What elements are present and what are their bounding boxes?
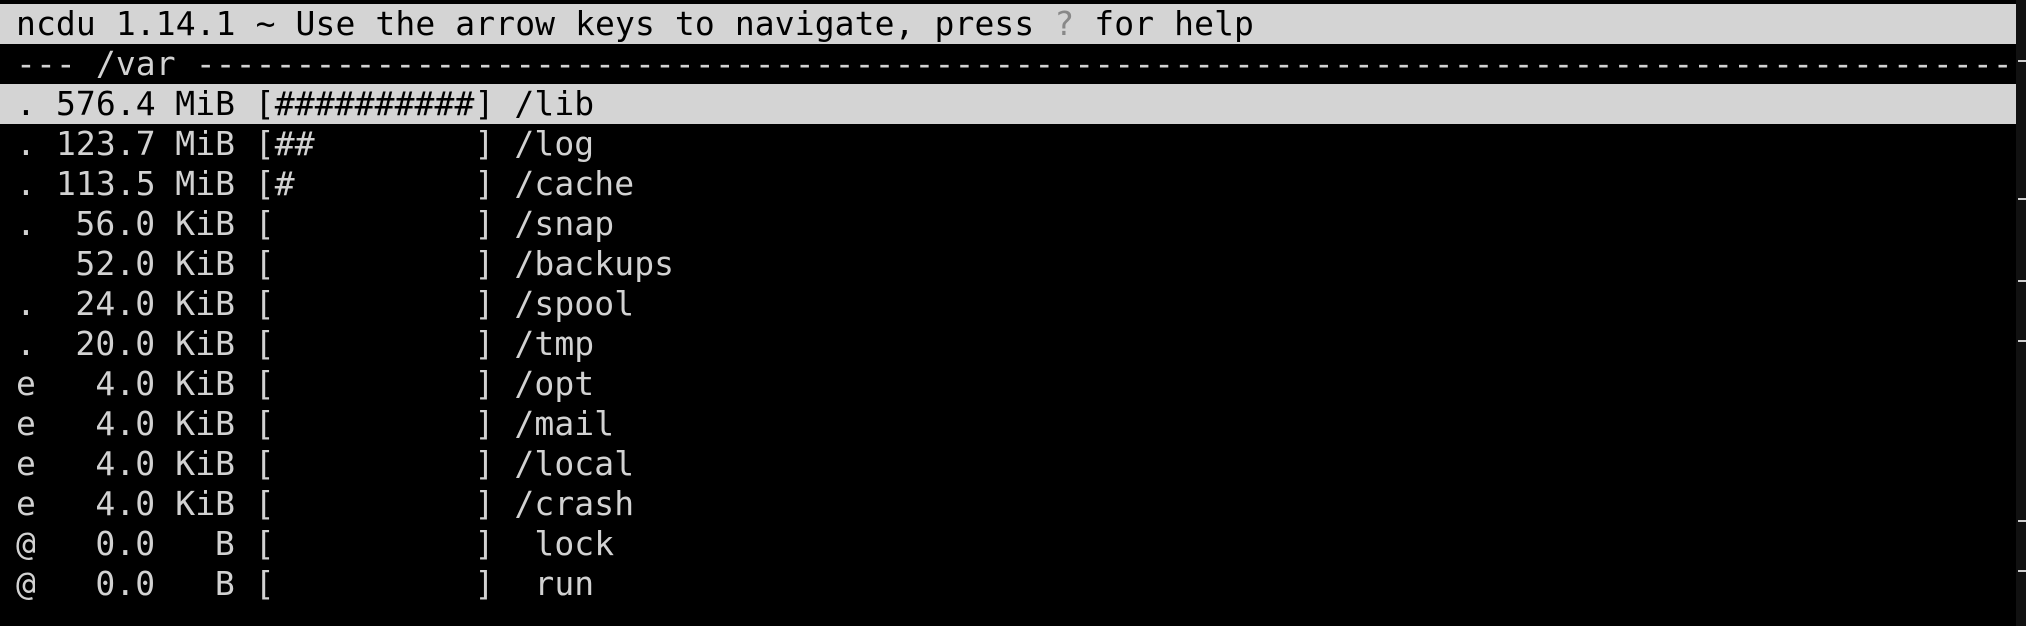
item-size: 0.0 [95, 524, 156, 563]
item-unit: KiB [175, 484, 236, 523]
list-item[interactable]: e 4.0 KiB [ ] /crash [0, 484, 2016, 524]
item-unit: KiB [175, 284, 236, 323]
item-usage-bar [275, 404, 475, 443]
item-usage-bar: ## [274, 124, 475, 163]
item-name: /backups [514, 244, 675, 283]
item-name: /log [514, 124, 595, 163]
strip-tick [2018, 520, 2026, 522]
item-unit: B [214, 524, 235, 563]
item-flag: . [16, 84, 36, 123]
item-flag: e [16, 444, 36, 483]
item-name: /snap [514, 204, 615, 243]
strip-tick [2018, 198, 2026, 200]
item-size: 123.7 [55, 124, 156, 163]
item-name: /tmp [514, 324, 595, 363]
item-size: 4.0 [95, 484, 156, 523]
item-flag: e [16, 484, 36, 523]
list-item[interactable]: e 4.0 KiB [ ] /opt [0, 364, 2016, 404]
strip-tick [2018, 60, 2026, 62]
list-item[interactable]: . 113.5 MiB [# ] /cache [0, 164, 2016, 204]
item-usage-bar [275, 284, 475, 323]
item-flag: . [16, 324, 36, 363]
item-size: 576.4 [55, 84, 156, 123]
current-path-bar: --- /var -------------------------------… [0, 44, 2016, 84]
item-flag: . [16, 164, 36, 203]
item-usage-bar [275, 324, 475, 363]
list-item[interactable]: e 4.0 KiB [ ] /local [0, 444, 2016, 484]
list-item[interactable]: e 4.0 KiB [ ] /mail [0, 404, 2016, 444]
item-name: /lib [514, 84, 595, 123]
item-usage-bar: ########## [274, 84, 475, 123]
item-usage-bar [275, 524, 475, 563]
strip-tick [2018, 570, 2026, 572]
help-key: ? [1054, 4, 1075, 43]
item-usage-bar [275, 244, 475, 283]
item-size: 113.5 [55, 164, 156, 203]
item-size: 52.0 [75, 244, 156, 283]
title-suffix: for help [1074, 4, 1255, 43]
item-unit: KiB [175, 324, 236, 363]
strip-tick [2018, 340, 2026, 342]
item-name: /crash [514, 484, 635, 523]
item-size: 0.0 [95, 564, 156, 603]
item-size: 4.0 [95, 404, 156, 443]
title-text: ncdu 1.14.1 ~ Use the arrow keys to navi… [16, 4, 1055, 43]
item-size: 24.0 [75, 284, 156, 323]
item-unit: KiB [175, 244, 236, 283]
item-usage-bar [275, 444, 475, 483]
item-name: /opt [514, 364, 595, 403]
terminal-window[interactable]: ncdu 1.14.1 ~ Use the arrow keys to navi… [0, 0, 2016, 626]
list-item[interactable]: 52.0 KiB [ ] /backups [0, 244, 2016, 284]
list-item[interactable]: . 20.0 KiB [ ] /tmp [0, 324, 2016, 364]
list-item[interactable]: . 123.7 MiB [## ] /log [0, 124, 2016, 164]
item-name: /cache [514, 164, 635, 203]
item-unit: KiB [175, 204, 236, 243]
item-flag: e [16, 364, 36, 403]
scrollbar-strip [2016, 0, 2026, 626]
item-flag: . [16, 124, 36, 163]
item-unit: MiB [175, 84, 236, 123]
list-item[interactable]: @ 0.0 B [ ] run [0, 564, 2016, 604]
strip-tick [2018, 280, 2026, 282]
item-unit: MiB [175, 124, 236, 163]
item-flag: e [16, 404, 36, 443]
item-usage-bar: # [274, 164, 475, 203]
item-name: /local [514, 444, 635, 483]
item-size: 56.0 [75, 204, 156, 243]
item-name: /spool [514, 284, 635, 323]
item-size: 20.0 [75, 324, 156, 363]
item-name: lock [514, 524, 615, 563]
item-unit: KiB [175, 444, 236, 483]
item-size: 4.0 [95, 364, 156, 403]
item-flag: @ [16, 564, 36, 603]
item-unit: B [214, 564, 235, 603]
item-usage-bar [275, 484, 475, 523]
current-path: --- /var -------------------------------… [16, 44, 2016, 83]
list-item[interactable]: @ 0.0 B [ ] lock [0, 524, 2016, 564]
item-usage-bar [275, 204, 475, 243]
item-flag: @ [16, 524, 36, 563]
item-flag: . [16, 204, 36, 243]
item-usage-bar [275, 564, 475, 603]
item-unit: KiB [175, 364, 236, 403]
list-item[interactable]: . 24.0 KiB [ ] /spool [0, 284, 2016, 324]
item-unit: MiB [175, 164, 236, 203]
item-unit: KiB [175, 404, 236, 443]
list-item[interactable]: . 56.0 KiB [ ] /snap [0, 204, 2016, 244]
item-name: run [514, 564, 595, 603]
list-item[interactable]: . 576.4 MiB [##########] /lib [0, 84, 2016, 124]
item-flag: . [16, 284, 36, 323]
item-name: /mail [514, 404, 615, 443]
item-size: 4.0 [95, 444, 156, 483]
title-bar: ncdu 1.14.1 ~ Use the arrow keys to navi… [0, 4, 2016, 44]
item-flag [16, 244, 36, 283]
item-usage-bar [275, 364, 475, 403]
